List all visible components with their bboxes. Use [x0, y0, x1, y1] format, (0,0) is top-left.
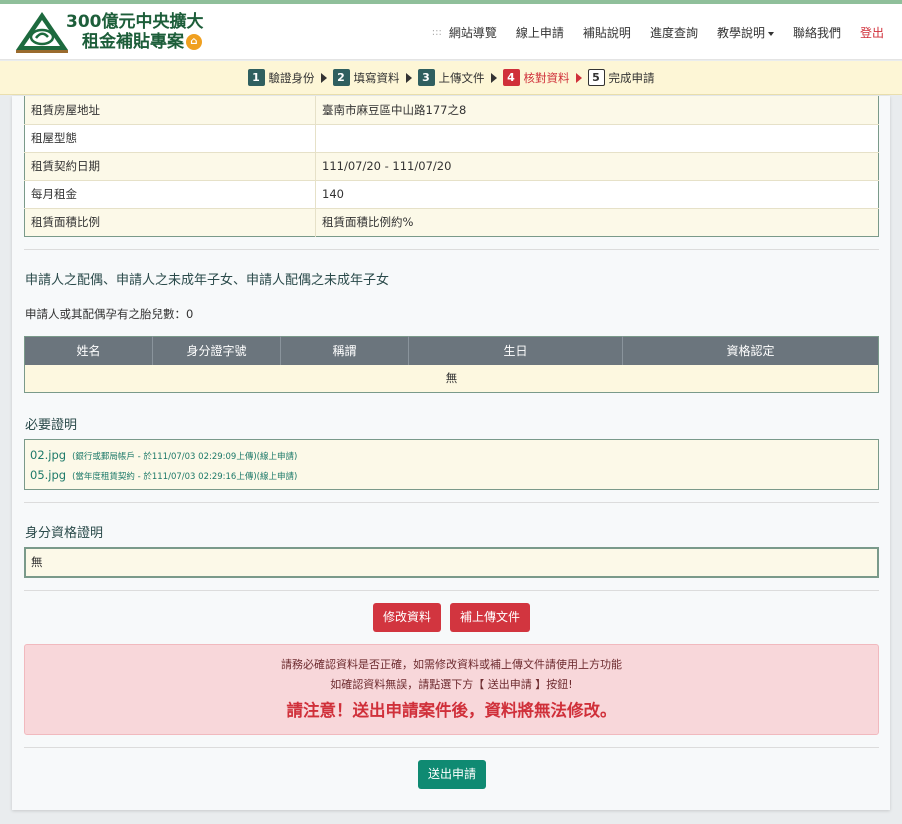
nav-contact[interactable]: 聯絡我們	[793, 24, 841, 41]
site-header: 300億元中央擴大 租金補貼專案 ⌂ ::: 網站導覽 線上申請 補貼說明 進度查…	[0, 4, 902, 60]
step-arrow-icon	[405, 72, 412, 83]
col-birthday: 生日	[408, 336, 623, 365]
step-fill-data: 2 填寫資料	[332, 69, 400, 86]
step-number: 2	[332, 69, 350, 86]
table-row: 租賃契約日期 111/07/20 - 111/07/20	[24, 152, 879, 181]
nav-subsidy-info[interactable]: 補貼說明	[583, 24, 631, 41]
table-row: 租賃面積比例 租賃面積比例約%	[24, 208, 879, 236]
table-row: 每月租金 140	[24, 180, 879, 209]
step-label: 填寫資料	[353, 70, 400, 85]
family-table: 姓名 身分證字號 稱謂 生日 資格認定 無	[24, 336, 879, 393]
table-header-row: 姓名 身分證字號 稱謂 生日 資格認定	[24, 336, 879, 365]
site-title-line1: 300億元中央擴大	[66, 12, 204, 32]
step-number: 3	[417, 69, 435, 86]
empty-cell: 無	[24, 364, 879, 393]
divider	[24, 249, 879, 250]
step-review-data: 4 核對資料	[502, 69, 570, 86]
step-label: 驗證身份	[268, 70, 315, 85]
step-number: 5	[587, 69, 605, 86]
info-value: 臺南市麻豆區中山路177之8	[315, 96, 879, 125]
info-label: 租賃房屋地址	[24, 96, 316, 125]
family-section-title: 申請人之配偶、申請人之未成年子女、申請人配偶之未成年子女	[25, 273, 390, 288]
step-number: 1	[247, 69, 265, 86]
info-label: 租賃面積比例	[24, 208, 316, 236]
file-item: 02.jpg (銀行或郵局帳戶 - 於111/07/03 02:29:09上傳)(…	[30, 445, 873, 465]
divider	[24, 502, 879, 503]
grid-dots-icon: :::	[431, 27, 442, 38]
progress-steps: 1 驗證身份 2 填寫資料 3 上傳文件 4 核對資料 5 完成申請	[0, 61, 902, 95]
notice-warning: 請注意！送出申請案件後，資料將無法修改。	[286, 701, 617, 720]
table-row: 租屋型態	[24, 124, 879, 153]
step-upload-docs: 3 上傳文件	[417, 69, 485, 86]
submit-application-button[interactable]: 送出申請	[418, 760, 486, 789]
notice-line2: 如確認資料無誤，請點選下方【 送出申請 】按鈕!	[330, 678, 573, 691]
col-eligibility: 資格認定	[622, 336, 879, 365]
step-number: 4	[502, 69, 520, 86]
required-docs-title: 必要證明	[25, 418, 78, 433]
identity-docs-box: 無	[24, 547, 879, 578]
col-relation: 稱謂	[280, 336, 409, 365]
col-name: 姓名	[24, 336, 153, 365]
review-card: 租賃房屋地址 臺南市麻豆區中山路177之8 租屋型態 租賃契約日期 111/07/2…	[12, 96, 890, 810]
nav-site-map[interactable]: 網站導覽	[449, 24, 497, 41]
step-verify-identity: 1 驗證身份	[247, 69, 315, 86]
step-label: 上傳文件	[438, 70, 485, 85]
step-arrow-icon	[490, 72, 497, 83]
file-link[interactable]: 02.jpg	[30, 448, 66, 462]
rental-info-table: 租賃房屋地址 臺南市麻豆區中山路177之8 租屋型態 租賃契約日期 111/07/2…	[24, 96, 879, 237]
nav-tutorial-label: 教學說明	[716, 26, 765, 40]
info-value: 租賃面積比例約%	[315, 208, 879, 236]
step-label: 完成申請	[608, 70, 655, 85]
logo-icon[interactable]	[14, 10, 70, 54]
info-value	[315, 124, 879, 153]
notice-line1: 請務必確認資料是否正確，如需修改資料或補上傳文件請使用上方功能	[281, 658, 622, 671]
divider	[24, 590, 879, 591]
nav-progress[interactable]: 進度查詢	[650, 24, 698, 41]
edit-data-button[interactable]: 修改資料	[373, 603, 441, 632]
identity-docs-title: 身分資格證明	[25, 526, 104, 541]
info-label: 租賃契約日期	[24, 152, 316, 181]
file-link[interactable]: 05.jpg	[30, 468, 66, 482]
site-title-line2: 租金補貼專案	[82, 32, 184, 52]
file-item: 05.jpg (當年度租賃契約 - 於111/07/03 02:29:16上傳)(…	[30, 465, 873, 485]
caret-down-icon	[767, 31, 774, 36]
step-arrow-icon	[320, 72, 327, 83]
nav-apply-online[interactable]: 線上申請	[516, 24, 564, 41]
step-complete: 5 完成申請	[587, 69, 655, 86]
info-value: 111/07/20 - 111/07/20	[315, 152, 879, 181]
step-arrow-icon	[575, 72, 582, 83]
file-note: (當年度租賃契約 - 於111/07/03 02:29:16上傳)(線上申請)	[72, 472, 298, 482]
table-row: 租賃房屋地址 臺南市麻豆區中山路177之8	[24, 96, 879, 125]
confirmation-notice: 請務必確認資料是否正確，如需修改資料或補上傳文件請使用上方功能 如確認資料無誤，…	[24, 644, 879, 735]
col-id-number: 身分證字號	[152, 336, 281, 365]
divider	[24, 747, 879, 748]
upload-more-button[interactable]: 補上傳文件	[450, 603, 530, 632]
info-value: 140	[315, 180, 879, 209]
step-label: 核對資料	[523, 70, 570, 85]
nav-tutorial-dropdown[interactable]: 教學說明	[717, 24, 774, 41]
table-row: 無	[24, 364, 879, 393]
site-title[interactable]: 300億元中央擴大 租金補貼專案 ⌂	[66, 12, 204, 52]
info-label: 每月租金	[24, 180, 316, 209]
house-icon: ⌂	[186, 34, 202, 50]
main-nav: ::: 網站導覽 線上申請 補貼說明 進度查詢 教學說明 聯絡我們 登出	[432, 24, 884, 41]
file-note: (銀行或郵局帳戶 - 於111/07/03 02:29:09上傳)(線上申請)	[72, 452, 298, 462]
info-label: 租屋型態	[24, 124, 316, 153]
pregnancy-count: 申請人或其配偶孕有之胎兒數：0	[25, 307, 194, 321]
nav-logout[interactable]: 登出	[860, 24, 884, 41]
required-docs-list: 02.jpg (銀行或郵局帳戶 - 於111/07/03 02:29:09上傳)(…	[24, 439, 879, 490]
